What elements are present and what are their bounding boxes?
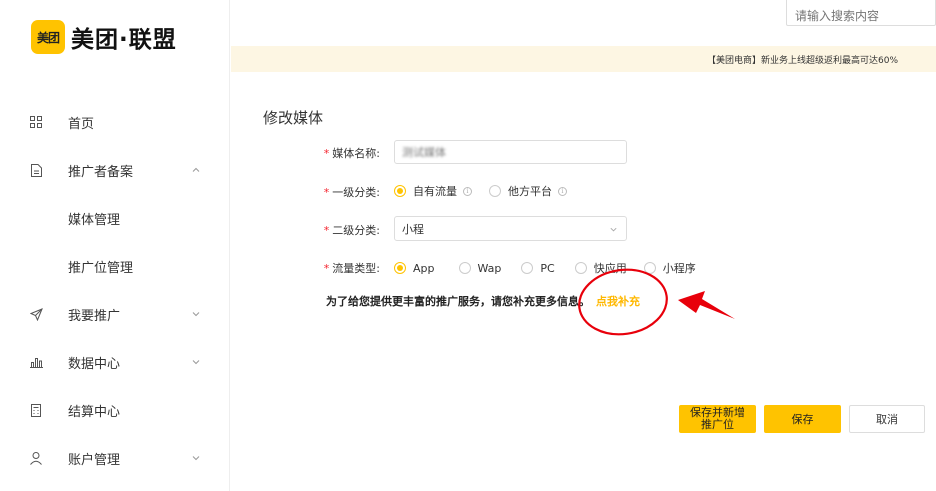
- category1-label: * 一级分类:: [300, 184, 380, 200]
- chevron-down-icon: [192, 312, 200, 317]
- info-icon[interactable]: i: [558, 186, 567, 196]
- calculator-icon: [29, 403, 43, 417]
- category1-radio-group: 自有流量 i 他方平台 i: [394, 183, 567, 199]
- sidebar-item-home[interactable]: 首页: [0, 102, 229, 142]
- chevron-down-icon: [192, 456, 200, 461]
- required-marker: *: [323, 224, 330, 237]
- info-icon[interactable]: i: [463, 186, 472, 196]
- save-button[interactable]: 保存: [764, 405, 841, 433]
- category2-label: * 二级分类:: [300, 222, 380, 238]
- sidebar-item-label: 首页: [68, 116, 95, 132]
- sidebar: 美团 美团·联盟 首页 推广者备案 媒体管理 推广位管理 我要推广 数据中心 结…: [0, 0, 230, 491]
- sidebar-item-data-center[interactable]: 数据中心: [0, 342, 229, 382]
- category2-label-text: 二级分类:: [332, 224, 380, 237]
- sidebar-item-label: 我要推广: [68, 308, 121, 324]
- media-name-field[interactable]: 测试媒体: [394, 140, 627, 164]
- sidebar-item-promoter-filing[interactable]: 推广者备案: [0, 150, 229, 190]
- sidebar-item-account-management[interactable]: 账户管理: [0, 438, 229, 478]
- sidebar-item-label: 结算中心: [68, 404, 121, 420]
- traffic-type-label-text: 流量类型:: [332, 262, 380, 275]
- radio-label: PC: [540, 261, 555, 275]
- page-title: 修改媒体: [263, 109, 324, 127]
- annotation-arrow-icon: [678, 291, 735, 319]
- media-name-value: 测试媒体: [402, 146, 446, 159]
- radio-own-traffic[interactable]: [394, 185, 406, 197]
- sidebar-item-label: 媒体管理: [68, 212, 121, 228]
- category2-select[interactable]: 小程: [394, 216, 627, 241]
- sidebar-item-ad-position-management[interactable]: 推广位管理: [0, 246, 229, 286]
- user-icon: [29, 451, 43, 465]
- bar-chart-icon: [29, 355, 43, 369]
- sidebar-item-label: 推广位管理: [68, 260, 134, 276]
- sidebar-item-label: 推广者备案: [68, 164, 134, 180]
- supplement-hint-text: 为了给您提供更丰富的推广服务，请您补充更多信息。: [326, 295, 590, 308]
- announcement-bar[interactable]: 【美团电商】新业务上线超级返利最高可达60%: [231, 46, 936, 72]
- chevron-down-icon: [610, 227, 617, 232]
- sidebar-item-promote[interactable]: 我要推广: [0, 294, 229, 334]
- grid-icon: [29, 115, 43, 129]
- required-marker: *: [323, 186, 330, 199]
- category2-value: 小程: [402, 222, 424, 236]
- annotation-overlay: [578, 268, 735, 336]
- meituan-logo-icon: 美团: [31, 20, 65, 54]
- required-marker: *: [323, 262, 330, 275]
- sidebar-item-media-management[interactable]: 媒体管理: [0, 198, 229, 238]
- media-name-label-text: 媒体名称:: [332, 147, 380, 160]
- category1-label-text: 一级分类:: [332, 186, 380, 199]
- chevron-up-icon: [192, 167, 200, 172]
- radio-wap[interactable]: [458, 262, 471, 274]
- document-icon: [29, 163, 43, 177]
- sidebar-item-label: 账户管理: [68, 452, 121, 468]
- sidebar-item-settlement-center[interactable]: 结算中心: [0, 390, 229, 430]
- search-input[interactable]: [786, 0, 936, 26]
- radio-app[interactable]: [394, 262, 406, 274]
- chevron-down-icon: [192, 360, 200, 365]
- radio-label: 他方平台: [508, 185, 552, 198]
- cancel-button[interactable]: 取消: [849, 405, 925, 433]
- radio-label: 自有流量: [413, 185, 457, 198]
- traffic-type-label: * 流量类型:: [300, 260, 380, 276]
- send-icon: [29, 307, 43, 321]
- required-marker: *: [323, 147, 330, 160]
- media-name-label: * 媒体名称:: [300, 145, 380, 161]
- brand-logo[interactable]: 美团 美团·联盟: [31, 20, 177, 54]
- radio-pc[interactable]: [521, 262, 534, 274]
- radio-label: App: [413, 261, 435, 275]
- radio-third-party-platform[interactable]: [489, 185, 501, 197]
- sidebar-item-label: 数据中心: [68, 356, 121, 372]
- top-bar: [231, 0, 936, 46]
- save-and-add-position-button[interactable]: 保存并新增推广位: [679, 405, 756, 433]
- annotation-circle: [578, 268, 668, 336]
- brand-name: 美团·联盟: [71, 27, 177, 53]
- radio-label: Wap: [477, 261, 502, 275]
